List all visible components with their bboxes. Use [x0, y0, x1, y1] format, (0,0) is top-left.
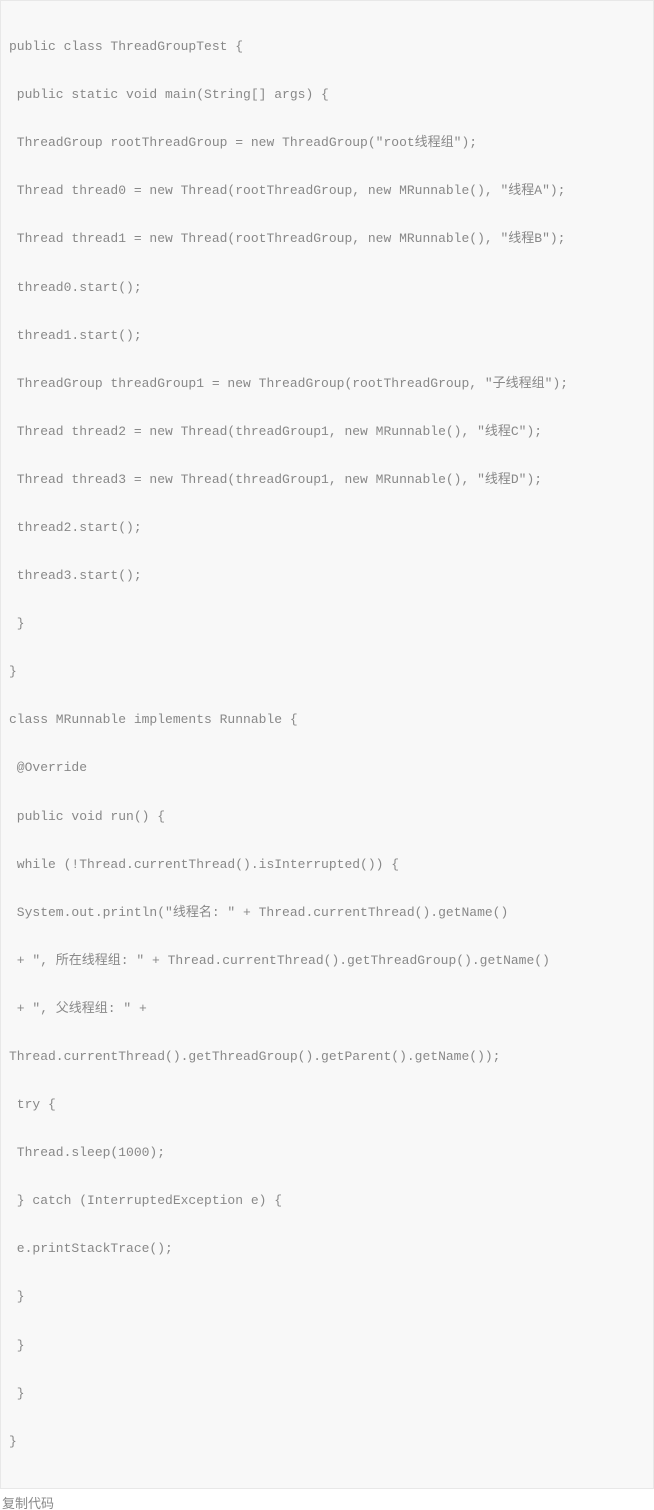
code-line: while (!Thread.currentThread().isInterru…: [9, 853, 645, 877]
code-line: Thread thread0 = new Thread(rootThreadGr…: [9, 179, 645, 203]
code-line: thread1.start();: [9, 324, 645, 348]
code-line: }: [9, 1430, 645, 1454]
code-line: }: [9, 1285, 645, 1309]
code-line: System.out.println("线程名: " + Thread.curr…: [9, 901, 645, 925]
code-line: }: [9, 1382, 645, 1406]
code-line: }: [9, 1334, 645, 1358]
code-line: }: [9, 660, 645, 684]
code-line: Thread thread1 = new Thread(rootThreadGr…: [9, 227, 645, 251]
code-line: } catch (InterruptedException e) {: [9, 1189, 645, 1213]
code-line: + ", 父线程组: " +: [9, 997, 645, 1021]
code-line: Thread thread3 = new Thread(threadGroup1…: [9, 468, 645, 492]
code-line: thread2.start();: [9, 516, 645, 540]
code-line: public class ThreadGroupTest {: [9, 35, 645, 59]
code-line: public void run() {: [9, 805, 645, 829]
copy-code-button[interactable]: 复制代码: [0, 1489, 654, 1510]
code-line: }: [9, 612, 645, 636]
code-line: public static void main(String[] args) {: [9, 83, 645, 107]
code-line: ThreadGroup rootThreadGroup = new Thread…: [9, 131, 645, 155]
code-line: Thread.currentThread().getThreadGroup().…: [9, 1045, 645, 1069]
code-line: @Override: [9, 756, 645, 780]
code-line: class MRunnable implements Runnable {: [9, 708, 645, 732]
code-line: ThreadGroup threadGroup1 = new ThreadGro…: [9, 372, 645, 396]
code-block: public class ThreadGroupTest { public st…: [0, 0, 654, 1489]
code-line: e.printStackTrace();: [9, 1237, 645, 1261]
code-line: thread3.start();: [9, 564, 645, 588]
code-line: thread0.start();: [9, 276, 645, 300]
code-line: Thread thread2 = new Thread(threadGroup1…: [9, 420, 645, 444]
code-line: try {: [9, 1093, 645, 1117]
code-line: Thread.sleep(1000);: [9, 1141, 645, 1165]
code-line: + ", 所在线程组: " + Thread.currentThread().g…: [9, 949, 645, 973]
